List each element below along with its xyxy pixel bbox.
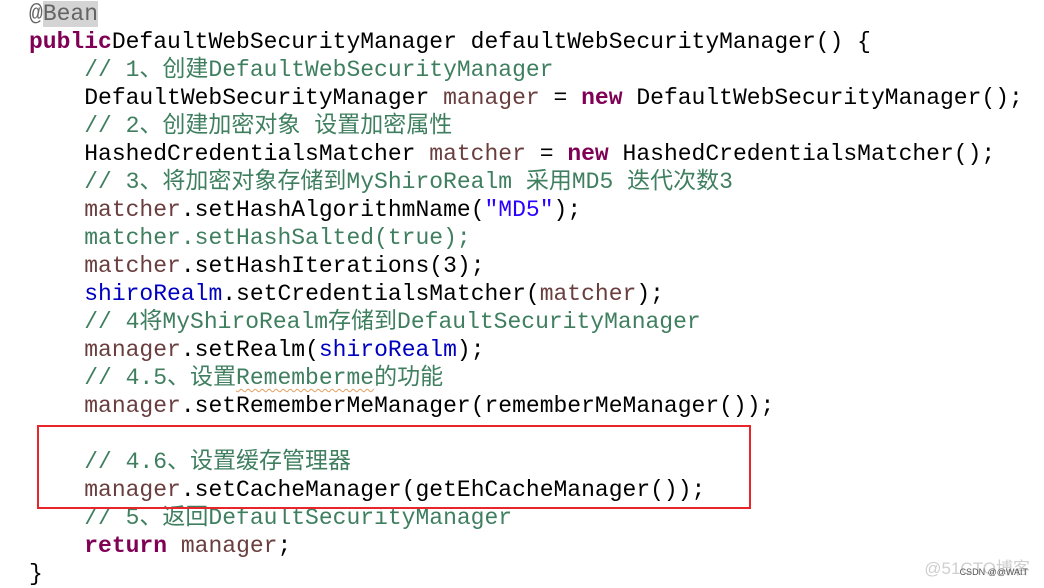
code-token: new — [567, 141, 609, 167]
code-token: ; — [277, 533, 292, 559]
code-line: return manager; — [29, 532, 1023, 560]
code-token: // 1、创建DefaultWebSecurityManager — [84, 57, 554, 83]
code-line: // 2、创建加密对象 设置加密属性 — [29, 112, 1023, 140]
code-token: Rememberme — [236, 365, 375, 391]
code-token: .setHashAlgorithmName( — [180, 197, 485, 223]
code-line: // 4.5、设置Rememberme的功能 — [29, 364, 1023, 392]
code-token: DefaultWebSecurityManager defaultWebSecu… — [111, 29, 871, 55]
code-token: 的功能 — [374, 365, 444, 391]
code-token: Bean — [42, 1, 99, 27]
code-line: manager.setRememberMeManager(rememberMeM… — [29, 392, 1023, 420]
code-token: // 3、将加密对象存储到MyShiroRealm 采用MD5 迭代次数3 — [84, 169, 733, 195]
code-token: matcher — [429, 141, 526, 167]
highlight-box — [37, 425, 751, 509]
code-token: // 2、创建加密对象 设置加密属性 — [84, 113, 453, 139]
code-token: .setHashIterations(3); — [180, 253, 485, 279]
code-token: } — [29, 561, 43, 587]
code-token: .setRealm( — [180, 337, 319, 363]
code-token: // 4.5、设置 — [84, 365, 237, 391]
code-token: DefaultWebSecurityManager(); — [622, 85, 1023, 111]
code-line: manager.setRealm(shiroRealm); — [29, 336, 1023, 364]
code-line: shiroRealm.setCredentialsMatcher(matcher… — [29, 280, 1023, 308]
code-token: = — [525, 141, 568, 167]
code-token: matcher — [539, 281, 637, 307]
code-token: ); — [636, 281, 664, 307]
code-token: return — [84, 533, 168, 559]
code-line: @Bean — [29, 0, 1023, 28]
code-token: // 4将MyShiroRealm存储到DefaultSecurityManag… — [84, 309, 701, 335]
code-token: = — [539, 85, 582, 111]
code-line: // 1、创建DefaultWebSecurityManager — [29, 56, 1023, 84]
code-line: publicDefaultWebSecurityManager defaultW… — [29, 28, 1023, 56]
code-token: ); — [456, 337, 485, 363]
code-token: .setRememberMeManager(rememberMeManager(… — [180, 393, 775, 419]
code-token: matcher.setHashSalted(true); — [84, 225, 471, 251]
code-token: @ — [29, 1, 43, 27]
code-token: DefaultWebSecurityManager — [29, 85, 444, 111]
code-line: // 3、将加密对象存储到MyShiroRealm 采用MD5 迭代次数3 — [29, 168, 1023, 196]
code-token: matcher — [84, 253, 181, 279]
code-line: } — [29, 560, 1023, 588]
code-token: manager — [443, 85, 540, 111]
code-token: new — [581, 85, 623, 111]
code-token: HashedCredentialsMatcher(); — [608, 141, 996, 167]
code-token: "MD5" — [484, 197, 554, 223]
code-line: // 4将MyShiroRealm存储到DefaultSecurityManag… — [29, 308, 1023, 336]
watermark-csdn: CSDN @@WAIT — [959, 567, 1028, 577]
code-token: manager — [84, 393, 181, 419]
code-token: HashedCredentialsMatcher — [29, 141, 430, 167]
code-token: manager — [84, 337, 181, 363]
code-token: shiroRealm — [84, 281, 223, 307]
code-token: .setCredentialsMatcher( — [222, 281, 540, 307]
code-line: matcher.setHashSalted(true); — [29, 224, 1023, 252]
code-token: public — [29, 29, 112, 55]
code-line: matcher.setHashAlgorithmName("MD5"); — [29, 196, 1023, 224]
code-token: matcher — [84, 197, 181, 223]
code-token: manager — [180, 533, 278, 559]
code-line: HashedCredentialsMatcher matcher = new H… — [29, 140, 1023, 168]
code-token: ); — [553, 197, 582, 223]
code-line: matcher.setHashIterations(3); — [29, 252, 1023, 280]
code-token: shiroRealm — [318, 337, 457, 363]
code-line: DefaultWebSecurityManager manager = new … — [29, 84, 1023, 112]
